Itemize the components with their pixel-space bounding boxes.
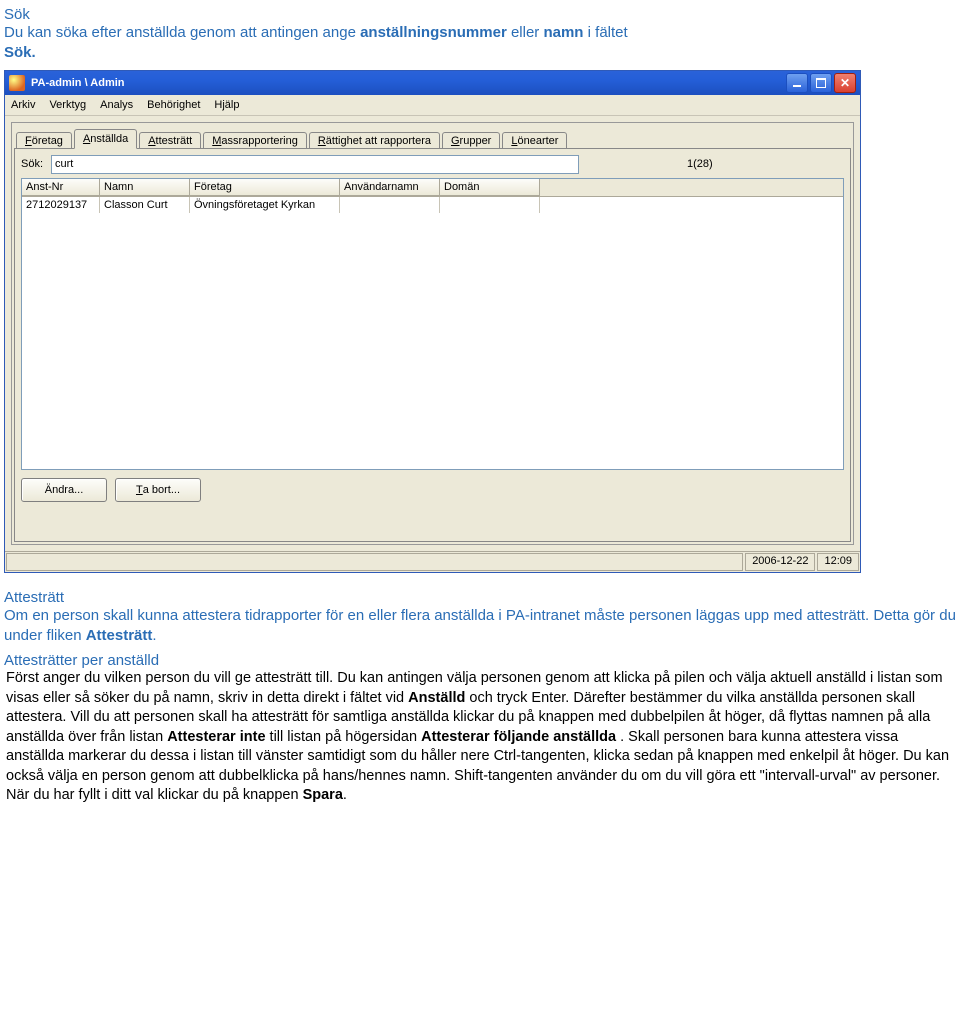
att-p1-c: . <box>152 627 156 644</box>
body-term-attesterar-foljande: Attesterar följande anställda <box>421 729 616 745</box>
search-label: Sök: <box>21 158 43 170</box>
col-anstnr[interactable]: Anst-Nr <box>22 179 100 196</box>
result-count: 1(28) <box>687 158 713 170</box>
titlebar[interactable]: PA-admin \ Admin ✕ <box>5 71 860 95</box>
search-input[interactable] <box>51 155 579 174</box>
menu-analys[interactable]: Analys <box>100 99 133 111</box>
body-term-anstalld: Anställd <box>408 690 465 706</box>
menu-behorighet[interactable]: Behörighet <box>147 99 200 111</box>
edit-button[interactable]: Ändra... <box>21 478 107 502</box>
doc-heading-sok: Sök <box>4 6 956 23</box>
col-anvandarnamn[interactable]: Användarnamn <box>340 179 440 196</box>
status-time: 12:09 <box>817 553 859 571</box>
doc-intro: Du kan söka efter anställda genom att an… <box>4 23 956 64</box>
close-button[interactable]: ✕ <box>834 73 856 93</box>
intro-part-c: eller <box>511 24 544 41</box>
menu-arkiv[interactable]: Arkiv <box>11 99 35 111</box>
employee-grid[interactable]: Anst-Nr Namn Företag Användarnamn Domän … <box>21 178 844 470</box>
col-namn[interactable]: Namn <box>100 179 190 196</box>
tabstrip: Företag Anställda Attesträtt Massrapport… <box>14 125 851 149</box>
body-e: till listan på högersidan <box>270 729 422 745</box>
doc-heading-attestratter-per-anstalld: Attesträtter per anställd <box>4 652 956 669</box>
menu-verktyg[interactable]: Verktyg <box>49 99 86 111</box>
minimize-button[interactable] <box>786 73 808 93</box>
cell-doman <box>440 197 540 213</box>
menubar: Arkiv Verktyg Analys Behörighet Hjälp <box>5 95 860 116</box>
intro-part-a: Du kan söka efter anställda genom att an… <box>4 24 360 41</box>
body-term-spara: Spara <box>303 787 343 803</box>
main-panel: Företag Anställda Attesträtt Massrapport… <box>11 122 854 545</box>
tab-panel-anstallda: Sök: 1(28) Anst-Nr Namn Företag Användar… <box>14 148 851 542</box>
window-title: PA-admin \ Admin <box>31 77 786 89</box>
statusbar: 2006-12-22 12:09 <box>5 551 860 572</box>
tab-anstallda[interactable]: Anställda <box>74 129 137 149</box>
cell-namn: Classon Curt <box>100 197 190 213</box>
grid-header: Anst-Nr Namn Företag Användarnamn Domän <box>22 179 843 197</box>
intro-term-anstallningsnummer: anställningsnummer <box>360 24 507 41</box>
cell-anstnr: 2712029137 <box>22 197 100 213</box>
body-term-attesterar-inte: Attesterar inte <box>167 729 265 745</box>
delete-button-rest: a bort... <box>143 484 180 496</box>
table-row[interactable]: 2712029137 Classon Curt Övningsföretaget… <box>22 197 843 213</box>
body-i: . <box>343 787 347 803</box>
delete-button[interactable]: Ta bort... <box>115 478 201 502</box>
doc-attestratt-p1: Om en person skall kunna attestera tidra… <box>4 606 956 647</box>
cell-foretag: Övningsföretaget Kyrkan <box>190 197 340 213</box>
maximize-button[interactable] <box>810 73 832 93</box>
app-icon <box>9 75 25 91</box>
doc-body: Först anger du vilken person du vill ge … <box>6 669 954 806</box>
doc-heading-attestratt: Attesträtt <box>4 589 956 606</box>
intro-term-sok: Sök. <box>4 44 36 61</box>
menu-hjalp[interactable]: Hjälp <box>214 99 239 111</box>
intro-term-namn: namn <box>543 24 583 41</box>
cell-anvandarnamn <box>340 197 440 213</box>
col-doman[interactable]: Domän <box>440 179 540 196</box>
att-p1-term: Attesträtt <box>86 627 153 644</box>
status-date: 2006-12-22 <box>745 553 815 571</box>
col-foretag[interactable]: Företag <box>190 179 340 196</box>
close-icon: ✕ <box>840 77 850 89</box>
app-window: PA-admin \ Admin ✕ Arkiv Verktyg Analys … <box>4 70 861 573</box>
intro-part-e: i fältet <box>588 24 628 41</box>
